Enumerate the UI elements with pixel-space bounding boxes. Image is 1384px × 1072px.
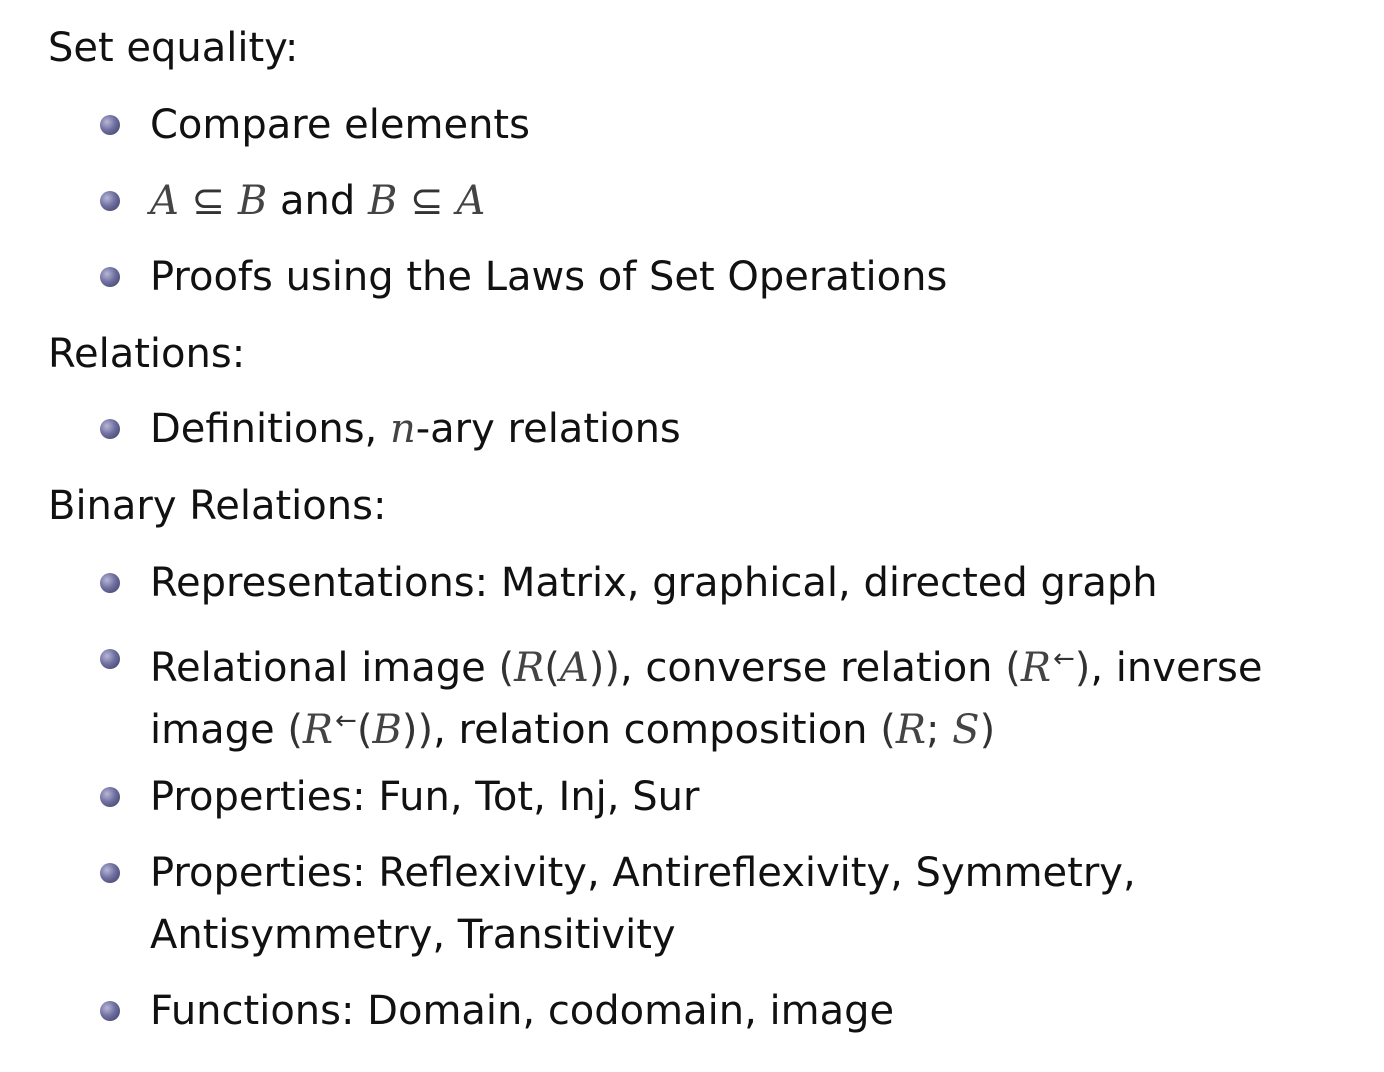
item-text: Antisymmetry, Transitivity <box>150 912 676 958</box>
list-item-properties-reflexivity-line2: Antisymmetry, Transitivity <box>150 904 676 966</box>
list-item-properties-reflexivity-line1: Properties: Reflexivity, Antireflexivity… <box>100 842 1136 904</box>
list-item-compare-elements: Compare elements <box>100 94 530 156</box>
list-item-subset-both-ways: A ⊆ B and B ⊆ A <box>100 170 486 232</box>
math-paren: ( <box>498 645 515 691</box>
list-item-functions: Functions: Domain, codomain, image <box>100 980 895 1042</box>
math-symbol-a: A <box>559 645 589 691</box>
list-item-properties-fun: Properties: Fun, Tot, Inj, Sur <box>100 766 700 828</box>
bullet-icon <box>100 573 120 593</box>
math-symbol-r: R <box>1020 645 1051 691</box>
bullet-icon <box>100 1001 120 1021</box>
bullet-icon <box>100 787 120 807</box>
list-item-relational-image-line1: Relational image (R(A)), converse relati… <box>100 628 1263 699</box>
heading-relations: Relations: <box>48 331 246 377</box>
math-symbol-r: R <box>514 645 545 691</box>
math-subset-symbol: ⊆ <box>410 178 444 224</box>
list-item-relational-image-line2: image (R←(B)), relation composition (R; … <box>150 690 995 761</box>
list-item-definitions: Definitions, n-ary relations <box>100 398 681 460</box>
item-text: Definitions, <box>150 406 390 452</box>
math-symbol-r: R <box>302 707 334 753</box>
item-text: Properties: Fun, Tot, Inj, Sur <box>150 774 700 820</box>
math-symbol-a: A <box>456 178 486 224</box>
item-text: Functions: Domain, codomain, image <box>150 988 895 1034</box>
item-text: -ary relations <box>415 406 681 452</box>
bullet-icon <box>100 863 120 883</box>
bullet-icon <box>100 115 120 135</box>
item-text: Proofs using the Laws of Set Operations <box>150 254 948 300</box>
item-text: , inverse <box>1090 645 1263 691</box>
converse-arrow-icon: ← <box>335 706 357 736</box>
slide: Set equality: Compare elements A ⊆ B and… <box>0 0 1384 1072</box>
math-symbol-n: n <box>389 406 416 452</box>
math-paren: ) <box>979 707 996 753</box>
list-item-representations: Representations: Matrix, graphical, dire… <box>100 552 1158 614</box>
item-text: and <box>279 178 356 224</box>
math-symbol-a: A <box>150 178 179 224</box>
math-paren: ( <box>356 707 373 753</box>
item-text: Compare elements <box>150 102 530 148</box>
converse-arrow-icon: ← <box>1052 644 1075 674</box>
bullet-icon <box>100 191 120 211</box>
math-symbol-b: B <box>237 178 268 224</box>
item-text: image <box>150 707 275 753</box>
math-paren: ( <box>287 707 303 753</box>
math-symbol-s: S <box>952 707 980 753</box>
list-item-proofs: Proofs using the Laws of Set Operations <box>100 246 948 308</box>
math-paren: ( <box>880 707 896 753</box>
math-symbol-b: B <box>367 178 398 224</box>
bullet-icon <box>100 267 120 287</box>
item-text: Relational image <box>150 645 486 691</box>
math-paren: )) <box>588 645 620 691</box>
heading-binary-relations: Binary Relations: <box>48 483 387 529</box>
math-symbol-b: B <box>372 707 402 753</box>
item-text: Representations: Matrix, graphical, dire… <box>150 560 1158 606</box>
item-text: , converse relation <box>619 645 993 691</box>
math-paren: )) <box>401 707 434 753</box>
item-text: Properties: Reflexivity, Antireflexivity… <box>150 850 1136 896</box>
bullet-icon <box>100 419 120 439</box>
math-paren: ( <box>544 645 560 691</box>
math-symbol-r: R <box>895 707 926 753</box>
item-text: , relation composition <box>433 707 868 753</box>
heading-set-equality: Set equality: <box>48 25 299 71</box>
math-paren: ) <box>1074 645 1091 691</box>
bullet-icon <box>100 649 120 669</box>
math-subset-symbol: ⊆ <box>191 178 226 224</box>
math-semicolon: ; <box>925 707 940 753</box>
math-paren: ( <box>1005 645 1021 691</box>
